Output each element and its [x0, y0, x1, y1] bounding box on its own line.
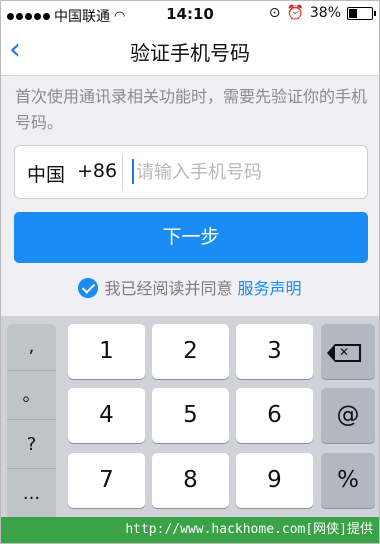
- status-bar: 中国联通 ◠ 14:10 ⊙ ⏰ 38%: [1, 1, 379, 27]
- key-2[interactable]: 2: [152, 324, 229, 379]
- text-caret: [132, 159, 134, 184]
- rotation-lock-icon: ⊙: [268, 5, 281, 21]
- page-title: 验证手机号码: [130, 41, 250, 65]
- key-7[interactable]: 7: [68, 453, 145, 508]
- agreement-row: 我已经阅读并同意 服务声明: [1, 275, 379, 299]
- key-4[interactable]: 4: [68, 388, 145, 443]
- key-comma[interactable]: ,: [7, 324, 56, 371]
- field-divider: [122, 154, 123, 190]
- country-selector[interactable]: 中国: [27, 160, 65, 187]
- battery-percent: 38%: [309, 5, 341, 21]
- checkbox-checked-icon[interactable]: [78, 278, 99, 298]
- key-5[interactable]: 5: [152, 388, 229, 443]
- delete-button[interactable]: [321, 324, 375, 379]
- key-period[interactable]: 。: [7, 373, 56, 420]
- key-8[interactable]: 8: [152, 453, 229, 508]
- key-1[interactable]: 1: [68, 324, 145, 379]
- phone-number-input[interactable]: [136, 156, 356, 188]
- key-at[interactable]: @: [321, 388, 375, 443]
- symbol-column: , 。 ? ...: [7, 324, 56, 520]
- key-ellipsis[interactable]: ...: [7, 471, 56, 517]
- alarm-icon: ⏰: [286, 5, 304, 21]
- phone-screen: 中国联通 ◠ 14:10 ⊙ ⏰ 38% ‹ 验证手机号码 首次使用通讯录相关功…: [0, 0, 380, 544]
- key-6[interactable]: 6: [236, 388, 313, 443]
- backspace-icon: [327, 341, 361, 363]
- status-right: ⊙ ⏰ 38%: [268, 5, 376, 21]
- watermark-footer: http://www.hackhome.com[网侠]提供: [1, 517, 379, 543]
- key-3[interactable]: 3: [236, 324, 313, 379]
- battery-icon: [347, 6, 376, 20]
- number-keyboard: , 。 ? ... 1 2 3 4 5 6 @ 7 8 9 %: [1, 316, 379, 543]
- hint-text: 首次使用通讯录相关功能时，需要先验证你的手机号码。: [15, 87, 368, 132]
- next-button[interactable]: 下一步: [14, 212, 368, 263]
- key-question[interactable]: ?: [7, 422, 56, 469]
- key-9[interactable]: 9: [236, 453, 313, 508]
- service-terms-link[interactable]: 服务声明: [238, 279, 302, 298]
- key-percent[interactable]: %: [321, 453, 375, 508]
- keyboard-grabber: [177, 319, 203, 353]
- phone-field: 中国 +86: [14, 145, 368, 199]
- navigation-bar: ‹ 验证手机号码: [1, 27, 379, 76]
- content-area: 首次使用通讯录相关功能时，需要先验证你的手机号码。 中国 +86 下一步 我已经…: [1, 76, 379, 316]
- country-code[interactable]: +86: [77, 160, 117, 182]
- agreement-text: 我已经阅读并同意: [104, 279, 233, 298]
